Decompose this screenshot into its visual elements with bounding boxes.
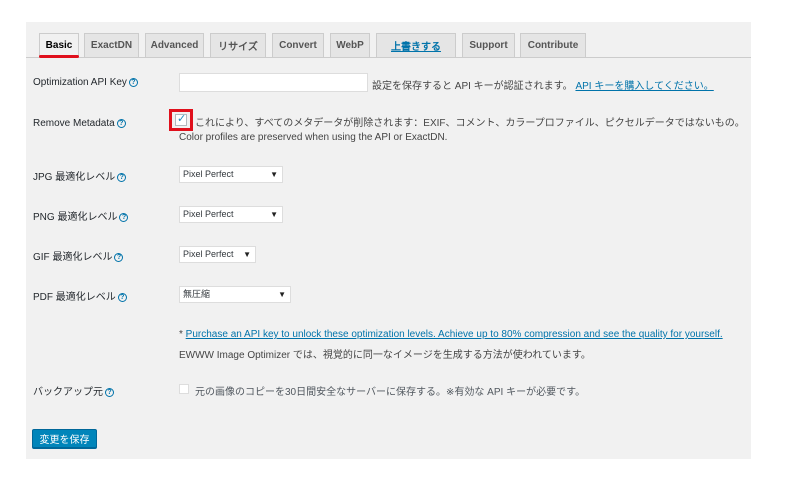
- pdf-level-select[interactable]: 無圧縮 ▼: [179, 286, 291, 303]
- jpg-level-select[interactable]: Pixel Perfect ▼: [179, 166, 283, 183]
- optimization-note-line2: EWWW Image Optimizer では、視覚的に同一なイメージを生成する…: [179, 350, 591, 361]
- purchase-api-key-unlock-link[interactable]: Purchase an API key to unlock these opti…: [186, 329, 723, 340]
- backup-description: 元の画像のコピーを30日間安全なサーバーに保存する。※有効な API キーが必要…: [195, 387, 586, 398]
- check-icon: ✓: [177, 113, 187, 125]
- tab-basic[interactable]: Basic: [39, 33, 79, 57]
- help-icon[interactable]: ?: [105, 388, 114, 397]
- help-icon[interactable]: ?: [117, 293, 127, 302]
- gif-level-select[interactable]: Pixel Perfect ▼: [179, 246, 256, 263]
- api-key-input[interactable]: [179, 73, 368, 92]
- tab-resize[interactable]: リサイズ: [210, 33, 266, 57]
- api-key-hint: 設定を保存すると API キーが認証されます。 API キーを購入してください。: [372, 81, 714, 92]
- backup-checkbox[interactable]: [179, 384, 189, 394]
- api-key-label: Optimization API Key?: [33, 77, 138, 88]
- tabs-divider: [26, 57, 751, 58]
- backup-label: バックアップ元?: [33, 383, 114, 398]
- help-icon[interactable]: ?: [116, 119, 126, 128]
- save-changes-button[interactable]: 変更を保存: [32, 429, 97, 448]
- tab-webp[interactable]: WebP: [330, 33, 370, 57]
- help-icon[interactable]: ?: [117, 173, 127, 182]
- tab-convert[interactable]: Convert: [272, 33, 324, 57]
- remove-metadata-label: Remove Metadata?: [33, 118, 126, 129]
- active-tab-marker: [39, 55, 79, 58]
- help-icon[interactable]: ?: [119, 213, 129, 222]
- tab-support[interactable]: Support: [462, 33, 515, 57]
- tab-overwrite[interactable]: 上書きする: [376, 33, 456, 57]
- metadata-description: これにより、すべてのメタデータが削除されます：EXIF、コメント、カラープロファ…: [195, 118, 745, 129]
- purchase-api-key-link[interactable]: API キーを購入してください。: [575, 81, 713, 92]
- tab-contribute[interactable]: Contribute: [520, 33, 586, 57]
- optimization-note: * Purchase an API key to unlock these op…: [179, 329, 723, 340]
- chevron-down-icon: ▼: [270, 170, 278, 179]
- help-icon[interactable]: ?: [128, 78, 138, 87]
- remove-metadata-checkbox[interactable]: ✓: [175, 113, 187, 126]
- tab-exactdn[interactable]: ExactDN: [84, 33, 139, 57]
- chevron-down-icon: ▼: [270, 210, 278, 219]
- jpg-level-label: JPG 最適化レベル?: [33, 168, 127, 183]
- tab-advanced[interactable]: Advanced: [145, 33, 204, 57]
- metadata-note: Color profiles are preserved when using …: [179, 132, 448, 143]
- png-level-label: PNG 最適化レベル?: [33, 208, 129, 223]
- chevron-down-icon: ▼: [243, 250, 251, 259]
- png-level-select[interactable]: Pixel Perfect ▼: [179, 206, 283, 223]
- help-icon[interactable]: ?: [114, 253, 124, 262]
- chevron-down-icon: ▼: [278, 290, 286, 299]
- gif-level-label: GIF 最適化レベル?: [33, 248, 124, 263]
- pdf-level-label: PDF 最適化レベル?: [33, 288, 127, 303]
